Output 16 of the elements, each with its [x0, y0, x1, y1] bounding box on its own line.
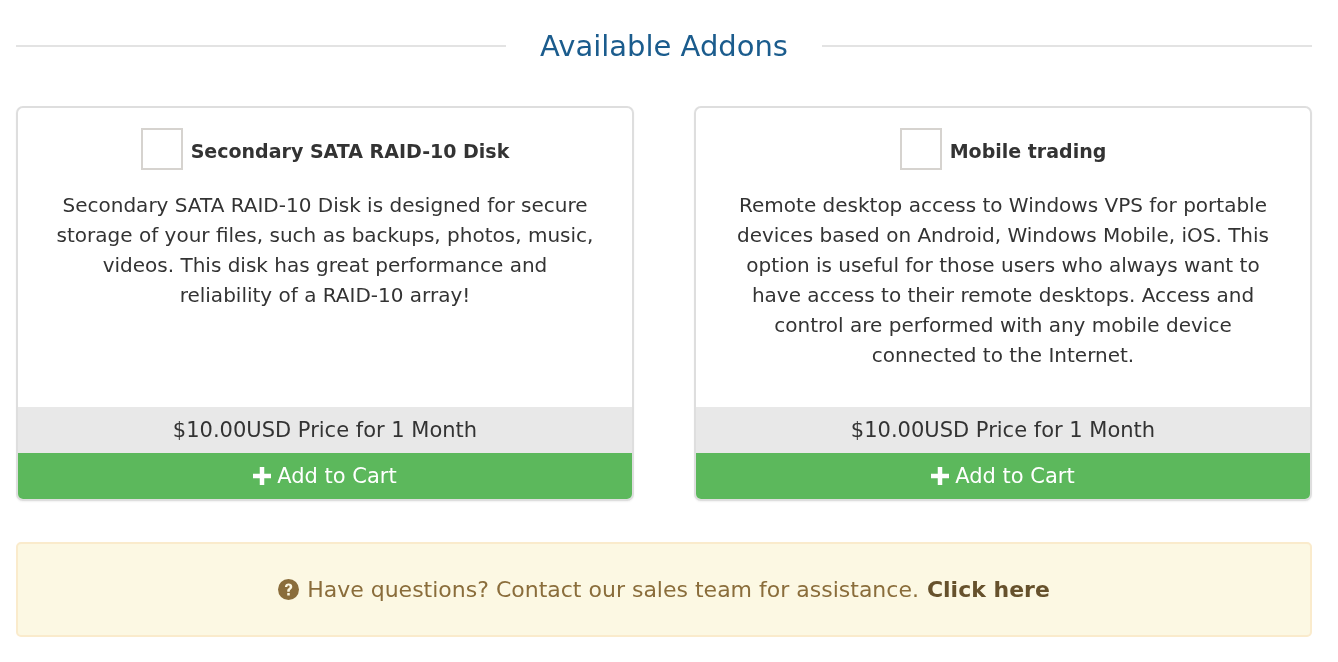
addon-description: Secondary SATA RAID-10 Disk is designed for secure storage of your files, such as backups, photos, music, videos. This disk has great performance and reliability of a RAID-10 array! [55, 192, 595, 309]
price-bar: $10.00USD Price for 1 Month [18, 407, 632, 453]
addon-description: Remote desktop access to Windows VPS for portable devices based on Android, Windows Mobile, iOS. This option is useful for those users who always want to have access to their remote desktops. Access and control are performed with any mobile device connected to the Internet. [735, 192, 1270, 369]
addon-title: Mobile trading [949, 139, 1107, 162]
help-link[interactable]: Click here [926, 577, 1050, 602]
addon-title: Secondary SATA RAID-10 Disk [190, 139, 510, 162]
add-to-cart-button[interactable]: Add to Cart [18, 453, 632, 499]
checkbox[interactable] [140, 128, 183, 170]
add-to-cart-button[interactable]: Add to Cart [696, 453, 1310, 499]
plus-icon [931, 467, 950, 485]
help-text: Have questions? Contact our sales team for assistance. [307, 577, 919, 602]
section-heading: Available Addons [539, 29, 789, 63]
price-bar: $10.00USD Price for 1 Month [696, 407, 1310, 453]
checkbox[interactable] [899, 128, 942, 170]
plus-icon [253, 467, 272, 485]
question-circle-icon [278, 579, 300, 600]
